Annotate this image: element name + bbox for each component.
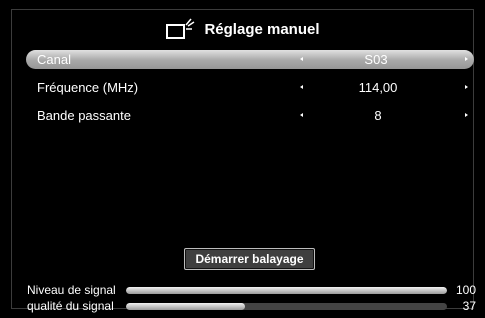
arrow-right-icon[interactable] — [465, 85, 468, 89]
setting-value: 8 — [374, 108, 382, 123]
arrow-right-icon[interactable] — [465, 57, 468, 61]
arrow-left-icon[interactable] — [300, 85, 303, 89]
setting-row-channel[interactable]: Canal S03 — [26, 50, 474, 69]
signal-quality-row: qualité du signal 37 — [27, 299, 476, 313]
signal-level-row: Niveau de signal 100 — [27, 283, 476, 297]
start-scan-button[interactable]: Démarrer balayage — [184, 248, 315, 270]
signal-level-label: Niveau de signal — [27, 283, 116, 297]
menu-header: Réglage manuel — [0, 17, 485, 41]
signal-level-value: 100 — [455, 283, 476, 297]
setting-label: Fréquence (MHz) — [37, 80, 139, 95]
setting-row-bandwidth[interactable]: Bande passante 8 — [28, 106, 474, 125]
signal-quality-bar — [126, 303, 447, 310]
signal-quality-value: 37 — [462, 299, 476, 313]
settings-list: Canal S03 Fréquence (MHz) 114,00 Bande p… — [26, 50, 474, 134]
signal-level-bar — [126, 287, 447, 294]
signal-level-fill — [126, 287, 447, 294]
setting-value: 114,00 — [358, 80, 398, 95]
arrow-right-icon[interactable] — [465, 113, 468, 117]
tv-antenna-icon — [166, 18, 195, 39]
page-title: Réglage manuel — [204, 20, 320, 38]
setting-label: Bande passante — [37, 108, 131, 123]
arrow-left-icon[interactable] — [300, 113, 303, 117]
arrow-left-icon[interactable] — [300, 57, 303, 61]
setting-label: Canal — [37, 52, 71, 67]
setting-row-frequency[interactable]: Fréquence (MHz) 114,00 — [28, 78, 474, 97]
setting-value: S03 — [364, 52, 388, 67]
signal-quality-label: qualité du signal — [27, 299, 114, 313]
signal-quality-fill — [126, 303, 245, 310]
